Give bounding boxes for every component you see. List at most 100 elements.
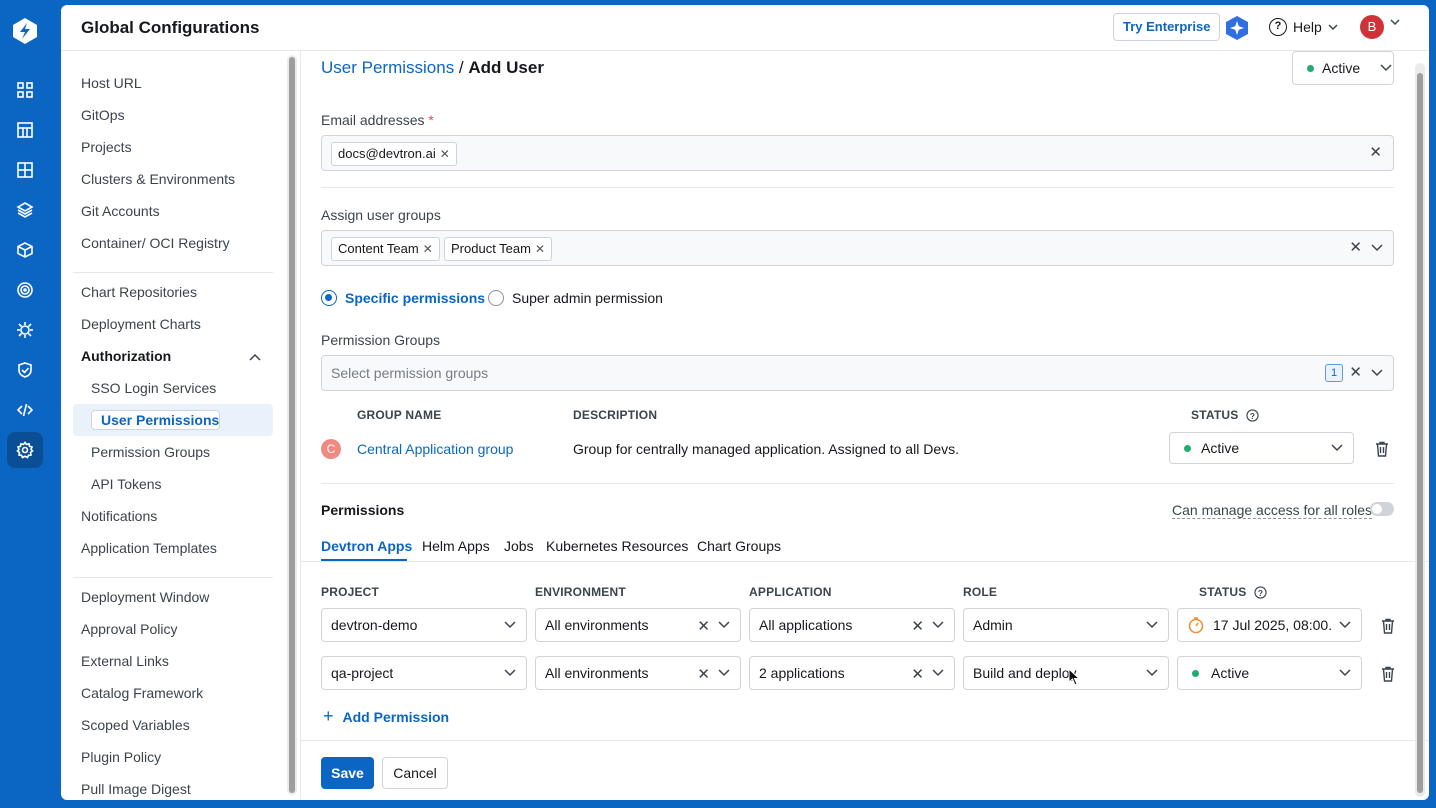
user-status-dropdown[interactable]: Active <box>1292 51 1394 85</box>
permission-status-value: 17 Jul 2025, 08:00... <box>1213 617 1333 633</box>
application-value: All applications <box>759 617 853 633</box>
sidebar-item-git-accounts[interactable]: Git Accounts <box>81 201 160 221</box>
delete-icon[interactable] <box>1379 665 1397 683</box>
sidebar-item-projects[interactable]: Projects <box>81 137 132 157</box>
role-select[interactable]: Admin <box>963 608 1169 642</box>
sidebar-item-catalog-framework[interactable]: Catalog Framework <box>81 683 203 703</box>
code-icon[interactable] <box>13 398 37 422</box>
cube-icon[interactable] <box>13 238 37 262</box>
sidebar-item-approval-policy[interactable]: Approval Policy <box>81 619 178 639</box>
delete-icon[interactable] <box>1379 617 1397 635</box>
ai-assistant-icon[interactable] <box>1223 14 1251 42</box>
chevron-down-icon <box>1339 621 1351 629</box>
target-icon[interactable] <box>13 278 37 302</box>
delete-icon[interactable] <box>1373 440 1391 458</box>
breadcrumb-user-permissions[interactable]: User Permissions <box>321 58 454 77</box>
scrollbar-thumb[interactable] <box>1417 73 1423 793</box>
sidebar-item-notifications[interactable]: Notifications <box>81 506 157 526</box>
clear-icon[interactable]: ✕ <box>1349 238 1362 256</box>
col-group-name: GROUP NAME <box>357 408 442 422</box>
remove-chip-icon[interactable]: ✕ <box>440 147 450 161</box>
clear-icon[interactable]: ✕ <box>697 617 710 635</box>
chevron-down-icon <box>718 621 730 629</box>
group-status-dropdown[interactable]: Active <box>1169 432 1354 464</box>
scrollbar-thumb[interactable] <box>289 57 295 793</box>
sidebar-item-external-links[interactable]: External Links <box>81 651 169 671</box>
sidebar-item-permission-groups[interactable]: Permission Groups <box>91 442 210 462</box>
sidebar-item-api-tokens[interactable]: API Tokens <box>91 474 162 494</box>
save-button[interactable]: Save <box>321 757 374 789</box>
sidebar-scrollbar[interactable] <box>287 55 297 795</box>
chevron-down-icon[interactable] <box>1371 244 1383 252</box>
remove-chip-icon[interactable]: ✕ <box>423 242 433 256</box>
user-avatar[interactable]: B <box>1360 15 1384 39</box>
clear-icon[interactable]: ✕ <box>697 665 710 683</box>
project-select[interactable]: devtron-demo <box>321 608 527 642</box>
project-select[interactable]: qa-project <box>321 656 527 690</box>
tab-kubernetes-resources[interactable]: Kubernetes Resources <box>546 538 688 554</box>
application-select[interactable]: 2 applications ✕ <box>749 656 955 690</box>
sidebar-item-deployment-charts[interactable]: Deployment Charts <box>81 314 201 334</box>
sidebar-item-clusters[interactable]: Clusters & Environments <box>81 169 235 189</box>
sidebar-item-user-permissions[interactable]: User Permissions <box>91 410 221 430</box>
status-dot <box>1192 669 1199 677</box>
group-name-link[interactable]: Central Application group <box>357 441 513 457</box>
clear-icon[interactable]: ✕ <box>1349 363 1362 381</box>
application-select[interactable]: All applications ✕ <box>749 608 955 642</box>
info-icon[interactable]: ? <box>1246 409 1259 422</box>
chart-icon[interactable] <box>13 118 37 142</box>
permission-groups-select[interactable]: Select permission groups 1 ✕ <box>321 355 1394 391</box>
chevron-down-icon <box>504 669 516 677</box>
chevron-down-icon[interactable] <box>1371 369 1383 377</box>
specific-permissions-radio[interactable]: Specific permissions <box>321 290 485 306</box>
help-menu[interactable]: ? Help <box>1269 18 1338 36</box>
sidebar-item-application-templates[interactable]: Application Templates <box>81 538 217 558</box>
shield-icon[interactable] <box>13 358 37 382</box>
content-scrollbar[interactable] <box>1415 63 1425 797</box>
tab-devtron-apps[interactable]: Devtron Apps <box>321 538 412 554</box>
clear-icon[interactable]: ✕ <box>1369 143 1382 161</box>
sidebar-item-host-url[interactable]: Host URL <box>81 73 142 93</box>
clear-icon[interactable]: ✕ <box>911 617 924 635</box>
remove-chip-icon[interactable]: ✕ <box>535 242 545 256</box>
permission-status-select[interactable]: Active <box>1177 656 1362 690</box>
grid-icon[interactable] <box>13 158 37 182</box>
group-chip: Content Team ✕ <box>331 237 440 261</box>
add-permission-button[interactable]: + Add Permission <box>323 706 449 727</box>
tab-jobs[interactable]: Jobs <box>504 538 534 554</box>
devtron-logo-icon[interactable] <box>10 16 40 46</box>
tab-chart-groups[interactable]: Chart Groups <box>697 538 781 554</box>
application-value: 2 applications <box>759 665 845 681</box>
sidebar-item-sso-login[interactable]: SSO Login Services <box>91 378 216 398</box>
cancel-button[interactable]: Cancel <box>382 757 448 789</box>
chevron-up-icon[interactable] <box>249 353 261 361</box>
manage-all-roles-toggle[interactable] <box>1370 502 1394 516</box>
sidebar-item-chart-repositories[interactable]: Chart Repositories <box>81 282 197 302</box>
sidebar-item-container-registry[interactable]: Container/ OCI Registry <box>81 233 230 253</box>
tab-helm-apps[interactable]: Helm Apps <box>422 538 490 554</box>
col-role: ROLE <box>963 585 998 599</box>
sidebar-item-gitops[interactable]: GitOps <box>81 105 125 125</box>
info-icon[interactable]: ? <box>1254 586 1267 599</box>
try-enterprise-button[interactable]: Try Enterprise <box>1113 13 1221 41</box>
sidebar-item-deployment-window[interactable]: Deployment Window <box>81 587 209 607</box>
user-groups-field[interactable]: Content Team ✕ Product Team ✕ ✕ <box>321 230 1394 266</box>
sidebar-item-pull-image-digest[interactable]: Pull Image Digest <box>81 779 191 799</box>
stack-icon[interactable] <box>13 198 37 222</box>
role-select[interactable]: Build and deploy <box>963 656 1169 690</box>
sidebar-item-authorization[interactable]: Authorization <box>81 346 171 366</box>
super-admin-radio[interactable]: Super admin permission <box>488 290 663 306</box>
permission-status-select[interactable]: 17 Jul 2025, 08:00... <box>1177 608 1362 642</box>
help-label: Help <box>1293 19 1322 35</box>
environment-select[interactable]: All environments ✕ <box>535 656 741 690</box>
sidebar-item-scoped-variables[interactable]: Scoped Variables <box>81 715 190 735</box>
bug-icon[interactable] <box>13 318 37 342</box>
chevron-down-icon[interactable] <box>1390 19 1400 25</box>
sidebar-item-plugin-policy[interactable]: Plugin Policy <box>81 747 161 767</box>
email-field[interactable]: docs@devtron.ai ✕ ✕ <box>321 135 1394 171</box>
environment-select[interactable]: All environments ✕ <box>535 608 741 642</box>
clear-icon[interactable]: ✕ <box>911 665 924 683</box>
settings-icon[interactable] <box>7 432 43 468</box>
email-label: Email addresses * <box>321 112 434 128</box>
apps-icon[interactable] <box>13 78 37 102</box>
